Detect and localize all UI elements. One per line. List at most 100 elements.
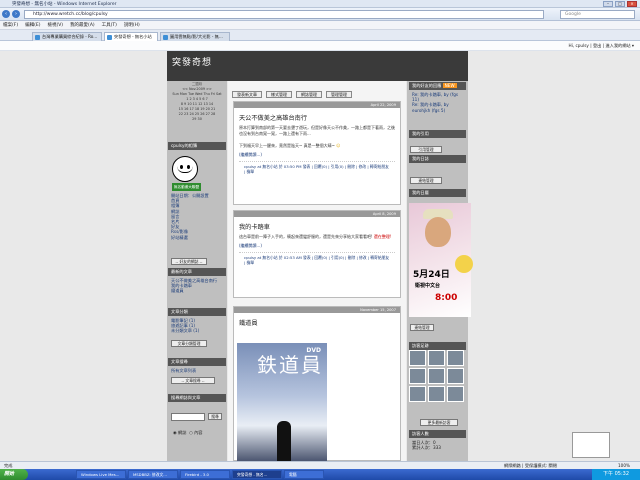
new-post-button[interactable]: 發表新文章 — [232, 91, 262, 98]
menu-file[interactable]: 檔案(F) — [3, 21, 18, 29]
visitor-thumbnails — [409, 350, 466, 402]
zoom-level[interactable]: 100% — [618, 462, 630, 469]
window-title: 突發奇想 - 無名小站 - Windows Internet Explorer — [12, 2, 117, 7]
post-1: April 22, 2009 天公不做美之高雄台南行 原本打算到南部的第一天要去… — [233, 101, 401, 205]
post-meta[interactable]: cpulsy at 無名小站 於 02:53 AM 發表 | 回覆(0) | 引… — [239, 252, 395, 267]
post-title[interactable]: 鐵道員 — [234, 313, 400, 327]
search-scope-radios: ◉ 網誌 ○ 內容 — [170, 430, 226, 435]
dvd-figure — [277, 421, 291, 461]
calendar-heading: 我的日曆 — [409, 189, 466, 197]
trackback-manage-button[interactable]: 引用管理 — [410, 146, 442, 153]
new-badge: NEW — [442, 83, 457, 88]
link-manage-button[interactable]: 連結管理 — [410, 177, 442, 184]
ad-date: 5月24日 — [413, 270, 450, 280]
sidebar-link[interactable]: 好站精選 — [171, 235, 226, 240]
back-button[interactable]: ‹ — [2, 10, 10, 18]
blog-title[interactable]: 突發奇想 — [172, 55, 212, 68]
post-body: 原本打算到南部的第一天要去墾丁遊玩，但是好像天公不作美，一路上都是下著雨，之後也… — [239, 125, 395, 136]
start-button[interactable]: 開始 — [0, 469, 28, 480]
total-count: 累計人次：333 — [412, 445, 441, 451]
post-meta[interactable]: cpulsy at 無名小站 於 03:50 PM 發表 | 回覆(0) | 引… — [239, 161, 395, 176]
links-bar-user: Hi, cpulsy | 登出 | 進入我的網站 ▾ — [568, 43, 634, 48]
visitor-avatar[interactable] — [409, 368, 426, 384]
visitor-avatar[interactable] — [428, 350, 445, 366]
taskbar-item[interactable]: MSDBBZ: 修改文... — [128, 470, 178, 479]
logout-link[interactable]: 登出 — [593, 43, 601, 48]
visitor-avatar[interactable] — [409, 386, 426, 402]
menu-favorites[interactable]: 我的最愛(A) — [70, 21, 95, 29]
post-highlight: 還在整理! — [373, 234, 392, 239]
search-input[interactable]: Google — [560, 10, 635, 19]
site-menu-link[interactable]: 進入我的網站 ▾ — [605, 43, 634, 48]
radio-content[interactable]: ○ 內容 — [189, 430, 202, 435]
visitor-avatar[interactable] — [447, 386, 464, 402]
window-titlebar: 突發奇想 - 無名小站 - Windows Internet Explorer … — [0, 0, 640, 8]
taskbar-item[interactable]: Windows Live Mes... — [76, 470, 126, 479]
all-articles-link[interactable]: 所有文章列表 — [168, 368, 226, 373]
visitor-avatar[interactable] — [447, 350, 464, 366]
taskbar-item[interactable]: 電腦 — [284, 470, 324, 479]
category-link[interactable]: 未分類文章 (1) — [171, 328, 226, 333]
tv-ad-banner[interactable]: 5月24日 衛視中文台 8:00 — [409, 203, 473, 317]
link-manage-button-2[interactable]: 連結管理 — [410, 324, 434, 331]
read-more-link[interactable]: (繼續閱讀...) — [234, 243, 400, 249]
article-search-heading: 文章搜尋 — [168, 358, 226, 366]
friends-select[interactable]: -- 好友的網誌 -- — [171, 258, 207, 265]
close-button[interactable]: × — [627, 1, 637, 7]
ad-badge-icon — [455, 255, 473, 273]
more-visitors-button[interactable]: 更多最新訪客 — [420, 419, 458, 426]
category-list: 電影筆記 (1) 旅遊記事 (1) 未分類文章 (1) — [168, 318, 226, 334]
menu-help[interactable]: 說明(H) — [124, 21, 140, 29]
status-bar: 完成 網際網路 | 受保護模式: 關閉 100% — [0, 461, 640, 469]
profile-heading: cpulsy的相簿 — [168, 142, 226, 150]
trackback-heading: 我的引用 — [409, 130, 466, 138]
keyword-input[interactable] — [171, 413, 205, 421]
post-title[interactable]: 天公不做美之高雄台南行 — [234, 108, 400, 122]
tab-3[interactable]: 圖用雲無點/影/大光影 - 無... — [160, 32, 230, 41]
visitor-avatar[interactable] — [447, 368, 464, 384]
address-input[interactable]: http://www.wretch.cc/blog/cpulsy — [24, 10, 544, 19]
keyword-search-heading: 搜尋網誌與文章 — [168, 394, 226, 402]
visitor-avatar[interactable] — [409, 350, 426, 366]
admin-button[interactable]: 管理管理 — [326, 91, 352, 98]
category-heading: 文章分類 — [168, 308, 226, 316]
ad-channel: 衛視中文台 — [415, 283, 441, 289]
recent-post-link[interactable]: 鐵道員 — [171, 288, 226, 293]
forward-button[interactable]: › — [12, 10, 20, 18]
visitor-avatar[interactable] — [428, 386, 445, 402]
recent-posts-heading: 最新的文章 — [168, 268, 226, 276]
taskbar-clock[interactable]: 下午 05:32 — [592, 469, 640, 480]
blog-manage-button[interactable]: 網誌管理 — [296, 91, 322, 98]
friend-replies: Re: 我的卡踏車, by (fgs 11) Re: 我的卡踏車, by eur… — [409, 92, 466, 113]
menu-tools[interactable]: 工具(T) — [102, 21, 117, 29]
reply-link[interactable]: Re: 我的卡踏車, by eurohjkh (fgs 5) — [412, 102, 466, 112]
radio-blog[interactable]: ◉ 網誌 — [173, 430, 186, 435]
category-manage-button[interactable]: 文章分類管理 — [171, 340, 207, 347]
reply-link[interactable]: Re: 我的卡踏車, by (fgs 11) — [412, 92, 466, 102]
visitor-count-heading: 訪客人數 — [409, 430, 466, 438]
post-title[interactable]: 我的卡踏車 — [234, 217, 400, 231]
post-body-2: 下到福天早上一醒來，竟然是陰天~ 真是一整個大晴~ ☺ — [239, 143, 341, 148]
tab-1[interactable]: 台灣專業購買綜合紀錄 - Ro... — [32, 32, 102, 41]
language-bar-popup[interactable] — [572, 432, 610, 458]
security-zone[interactable]: 網際網路 | 受保護模式: 關閉 — [504, 462, 557, 469]
style-manage-button[interactable]: 樣式管理 — [266, 91, 292, 98]
article-search-select[interactable]: -- 文章搜尋 -- — [171, 377, 215, 384]
visitor-avatar[interactable] — [428, 368, 445, 384]
read-more-link[interactable]: (繼續閱讀...) — [234, 152, 400, 158]
maximize-button[interactable]: □ — [615, 1, 625, 7]
profile-links: 開站日期：公開設置 首頁 相簿 網誌 留言 名片 好友 Rss/影像 好站精選 — [168, 193, 226, 240]
menu-view[interactable]: 檢視(V) — [47, 21, 63, 29]
post-2: April 8, 2009 我的卡踏車 這台車是前一陣子入手的，騎起來還蠻舒服的… — [233, 210, 401, 298]
tab-2[interactable]: 突發奇想 - 無名小站 — [104, 32, 158, 41]
dvd-cover-image[interactable]: DVD 鉄道員 — [237, 343, 327, 461]
post-body: 這台車是前一陣子入手的，騎起來還蠻舒服的，還是先來分享給大家看看吧! 還在整理! — [239, 234, 392, 239]
minimize-button[interactable]: – — [603, 1, 613, 7]
taskbar-item-active[interactable]: 突發奇想 - 無名... — [232, 470, 282, 479]
profile-banner[interactable]: 無名動畫大聯盟 — [172, 183, 201, 191]
taskbar-item[interactable]: Firebird - 3.0 — [180, 470, 230, 479]
friend-replies-heading: 我的好友的回應 NEW — [409, 82, 466, 90]
keyword-search-button[interactable]: 搜尋 — [208, 413, 222, 420]
recent-posts-list: 天公不做美之高雄台南行 我的卡踏車 鐵道員 — [168, 278, 226, 294]
menu-edit[interactable]: 編輯(E) — [25, 21, 40, 29]
